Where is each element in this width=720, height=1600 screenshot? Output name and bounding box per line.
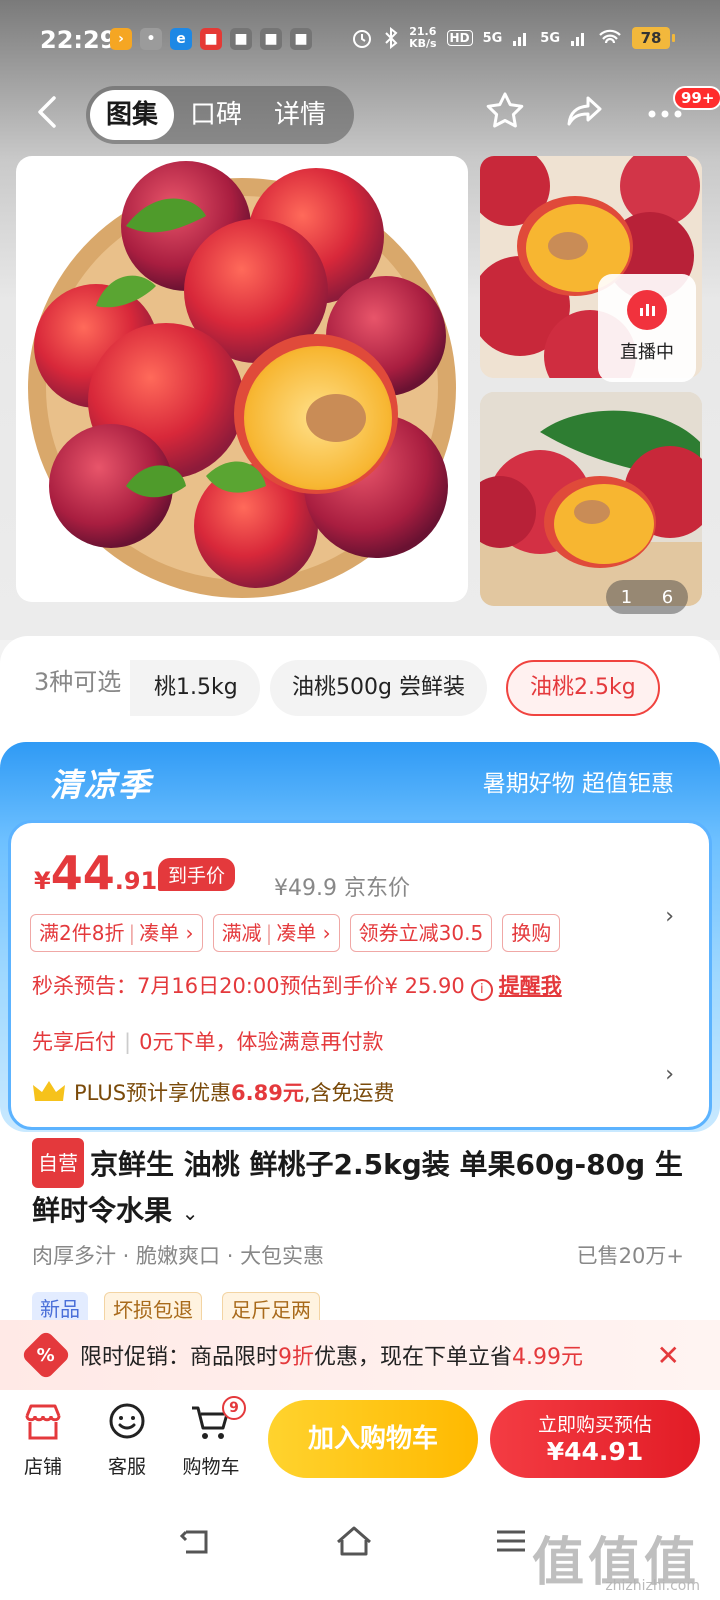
promo-tag[interactable]: 满减 | 凑单 ›: [212, 914, 340, 952]
app-notification-icon: ■: [200, 28, 222, 50]
image-pager: 1 6: [606, 580, 688, 614]
back-arrow-icon[interactable]: [30, 92, 70, 132]
favorite-star-icon[interactable]: [484, 90, 526, 132]
remind-me-link[interactable]: 提醒我: [499, 974, 562, 998]
add-to-cart-button[interactable]: 加入购物车: [268, 1400, 478, 1478]
bluetooth-icon: [385, 27, 398, 49]
gallery-thumbnail-2[interactable]: [480, 392, 702, 606]
discount-percent-icon: %: [20, 1329, 72, 1381]
customer-service-button[interactable]: 客服: [92, 1400, 162, 1479]
limited-promo-bar[interactable]: % 限时促销：商品限时 9折 优惠，现在下单立省 4.99元 ✕: [0, 1320, 720, 1390]
store-icon: [25, 1404, 61, 1440]
tab-details[interactable]: 详情: [258, 90, 342, 140]
close-icon[interactable]: ✕: [657, 1339, 680, 1372]
system-back-icon[interactable]: [178, 1524, 214, 1560]
pay-later-row[interactable]: 先享后付 | 0元下单，体验满意再付款: [32, 1026, 383, 1056]
info-icon[interactable]: i: [470, 979, 493, 1001]
jd-price: ¥49.9 京东价: [274, 876, 410, 901]
variant-chip-selected[interactable]: 油桃2.5kg: [506, 660, 660, 716]
coupon-tag[interactable]: 领券立减30.5: [349, 914, 493, 952]
watermark-url: zhizhizhi.com: [605, 1578, 700, 1594]
nectarine-thumbnail-image: [480, 392, 702, 606]
wifi-icon: [599, 29, 621, 44]
app-notification-icon: ■: [260, 28, 282, 50]
hd-icon: HD: [446, 30, 473, 46]
status-bar: 22:29 › • e ■ ■ ■ ■ 21.6 KB/s HD 5G 5G 78: [0, 0, 720, 80]
chevron-right-icon[interactable]: ›: [665, 904, 674, 929]
plus-discount-row[interactable]: PLUS预计享优惠 6.89元 ,含免运费: [32, 1066, 682, 1118]
live-icon: [627, 290, 667, 330]
flash-sale-notice: 秒杀预告：7月16日20:00预估到手价¥ 25.90 i 提醒我: [32, 970, 562, 1001]
app-notification-icon: ■: [290, 28, 312, 50]
view-tabs: 图集 口碑 详情: [86, 86, 354, 144]
product-title[interactable]: 自营 京鲜生 油桃 鲜桃子2.5kg装 单果60g-80g 生鲜时令水果 ⌄: [32, 1138, 688, 1236]
promo-tag[interactable]: 满2件8折 | 凑单 ›: [30, 914, 203, 952]
app-notification-icon: ›: [110, 28, 132, 50]
product-features: 肉厚多汁 · 脆嫩爽口 · 大包实惠: [32, 1244, 325, 1268]
tab-reviews[interactable]: 口碑: [174, 90, 258, 140]
signal-5g-2: 5G: [540, 30, 560, 46]
season-title: 清凉季: [50, 766, 153, 804]
chat-smile-icon: [109, 1403, 145, 1439]
net-speed: 21.6 KB/s: [409, 25, 437, 50]
variant-chip[interactable]: 油桃500g 尝鲜装: [270, 660, 487, 716]
self-operated-tag: 自营: [32, 1138, 84, 1188]
pager-total: 6: [661, 586, 674, 608]
app-notification-icon: e: [170, 28, 192, 50]
system-home-icon[interactable]: [334, 1522, 374, 1562]
signal-bars-icon: [513, 33, 527, 46]
chevron-right-icon[interactable]: ›: [665, 1062, 674, 1087]
final-price: ¥44.91: [34, 846, 158, 900]
season-slogan[interactable]: 暑期好物 超值钜惠: [483, 764, 674, 798]
promotion-list: 满2件8折 | 凑单 › 满减 | 凑单 › 领券立减30.5 换购: [30, 914, 561, 952]
trade-in-tag[interactable]: 换购: [502, 914, 561, 952]
battery-indicator: 78: [632, 27, 675, 49]
sold-count: 已售20万+: [576, 1244, 684, 1268]
buy-now-button[interactable]: 立即购买预估 ¥44.91: [490, 1400, 700, 1478]
signal-5g-1: 5G: [482, 30, 503, 46]
nectarine-plate-image: [28, 161, 456, 598]
pager-current: 1: [620, 586, 633, 608]
live-stream-button[interactable]: 直播中: [598, 274, 696, 382]
variant-chip[interactable]: 桃1.5kg: [130, 660, 260, 716]
share-icon[interactable]: [564, 90, 606, 132]
live-label: 直播中: [620, 342, 674, 363]
alarm-icon: [353, 30, 372, 48]
app-notification-icon: •: [140, 28, 162, 50]
tab-gallery[interactable]: 图集: [90, 90, 175, 140]
chevron-down-icon[interactable]: ⌄: [182, 1201, 199, 1225]
store-button[interactable]: 店铺: [8, 1400, 78, 1479]
status-time: 22:29: [40, 26, 117, 54]
system-menu-icon[interactable]: [494, 1524, 528, 1558]
variant-count-label: 3种可选: [34, 668, 122, 696]
cart-count-badge: 9: [222, 1396, 246, 1420]
crown-icon: [33, 1081, 65, 1101]
notification-icons: › • e ■ ■ ■ ■: [110, 28, 312, 50]
main-product-image[interactable]: [16, 156, 468, 602]
signal-bars-icon: [571, 33, 584, 46]
final-price-tag: 到手价: [158, 858, 236, 891]
app-notification-icon: ■: [230, 28, 252, 50]
message-badge: 99+: [673, 86, 720, 110]
